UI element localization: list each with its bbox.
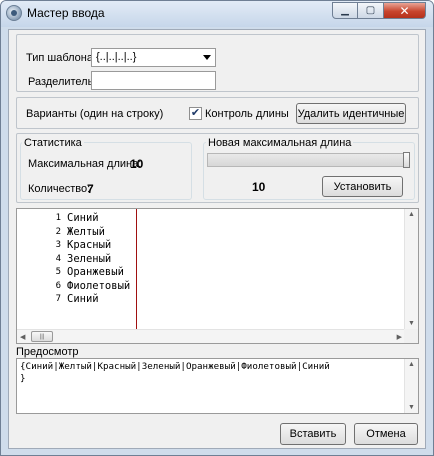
editor-line[interactable]: Синий	[67, 293, 99, 305]
dialog-window: Мастер ввода ▁ ▢ ✕ Тип шаблона {..|..|..…	[0, 0, 434, 456]
scroll-left-arrow-icon[interactable]: ◀	[20, 333, 25, 341]
template-type-select[interactable]: {..|..|..|..}	[91, 48, 216, 67]
minimize-button[interactable]: ▁	[332, 2, 358, 19]
stats-panel: Статистика Максимальная длина: 10 Количе…	[16, 133, 419, 203]
caption-buttons: ▁ ▢ ✕	[332, 2, 426, 19]
preview-text-line2: }	[20, 373, 26, 384]
statistics-title: Статистика	[22, 137, 84, 149]
editor-horizontal-scrollbar[interactable]: ◀ ||| ▶	[17, 329, 405, 343]
scroll-up-arrow-icon[interactable]: ▲	[408, 361, 415, 368]
editor-line[interactable]: Зеленый	[67, 253, 111, 265]
preview-text-line1: {Синий|Желтый|Красный|Зеленый|Оранжевый|…	[20, 361, 330, 372]
max-length-value: 10	[130, 157, 144, 171]
set-button[interactable]: Установить	[322, 176, 403, 197]
variants-label: Варианты (один на строку)	[26, 108, 164, 120]
editor-vertical-scrollbar[interactable]: ▲ ▼	[404, 209, 418, 329]
line-number: 1	[55, 213, 61, 223]
max-length-slider-thumb[interactable]	[403, 152, 410, 168]
scroll-right-arrow-icon[interactable]: ▶	[397, 333, 402, 341]
checkmark-icon: ✔	[190, 107, 201, 119]
editor-line[interactable]: Оранжевый	[67, 266, 124, 278]
scroll-down-arrow-icon[interactable]: ▼	[408, 320, 415, 327]
length-control-checkbox[interactable]: ✔	[189, 107, 202, 120]
close-button[interactable]: ✕	[384, 2, 426, 19]
line-number-gutter: 1 2 3 4 5 6 7	[17, 209, 63, 343]
max-length-margin-line	[136, 209, 137, 329]
remove-duplicates-button[interactable]: Удалить идентичные	[296, 103, 406, 124]
separator-label: Разделитель	[28, 76, 94, 88]
insert-button[interactable]: Вставить	[280, 423, 346, 445]
chevron-down-icon	[203, 55, 211, 60]
scrollbar-corner	[404, 329, 418, 343]
max-length-label: Максимальная длина:	[28, 158, 142, 170]
scroll-up-arrow-icon[interactable]: ▲	[408, 211, 415, 218]
new-max-length-value: 10	[252, 180, 266, 194]
variants-editor[interactable]: 1 2 3 4 5 6 7 Синий Желтый Красный Зелен…	[16, 208, 419, 344]
max-length-slider[interactable]	[207, 153, 410, 167]
template-type-label: Тип шаблона	[26, 52, 93, 64]
line-number: 7	[55, 294, 61, 304]
editor-line[interactable]: Фиолетовый	[67, 280, 130, 292]
editor-line[interactable]: Красный	[67, 239, 111, 251]
line-number: 5	[55, 267, 61, 277]
new-max-length-title: Новая максимальная длина	[206, 137, 354, 149]
line-number: 4	[55, 253, 61, 264]
template-type-value: {..|..|..|..}	[96, 51, 137, 63]
scroll-down-arrow-icon[interactable]: ▼	[408, 404, 415, 411]
window-title: Мастер ввода	[27, 6, 105, 20]
separator-input[interactable]	[91, 71, 216, 90]
horizontal-scroll-thumb[interactable]: |||	[31, 331, 53, 342]
maximize-button[interactable]: ▢	[358, 2, 384, 19]
preview-box: {Синий|Желтый|Красный|Зеленый|Оранжевый|…	[16, 358, 419, 414]
preview-label: Предосмотр	[16, 346, 79, 358]
title-bar[interactable]: Мастер ввода ▁ ▢ ✕	[1, 1, 433, 27]
dialog-client-area: Тип шаблона {..|..|..|..} Разделитель Ва…	[8, 29, 426, 449]
line-number: 6	[55, 280, 61, 291]
line-number: 2	[55, 226, 61, 237]
line-number: 3	[55, 240, 61, 250]
length-control-label[interactable]: Контроль длины	[205, 108, 289, 120]
preview-vertical-scrollbar[interactable]: ▲ ▼	[404, 359, 418, 413]
template-panel: Тип шаблона {..|..|..|..} Разделитель	[16, 34, 419, 92]
count-value: 7	[87, 182, 94, 196]
editor-line[interactable]: Желтый	[67, 226, 105, 238]
editor-line[interactable]: Синий	[67, 212, 99, 224]
app-gear-icon	[6, 5, 22, 21]
count-label: Количество:	[28, 183, 91, 195]
variants-panel: Варианты (один на строку) ✔ Контроль дли…	[16, 97, 419, 129]
cancel-button[interactable]: Отмена	[354, 423, 418, 445]
